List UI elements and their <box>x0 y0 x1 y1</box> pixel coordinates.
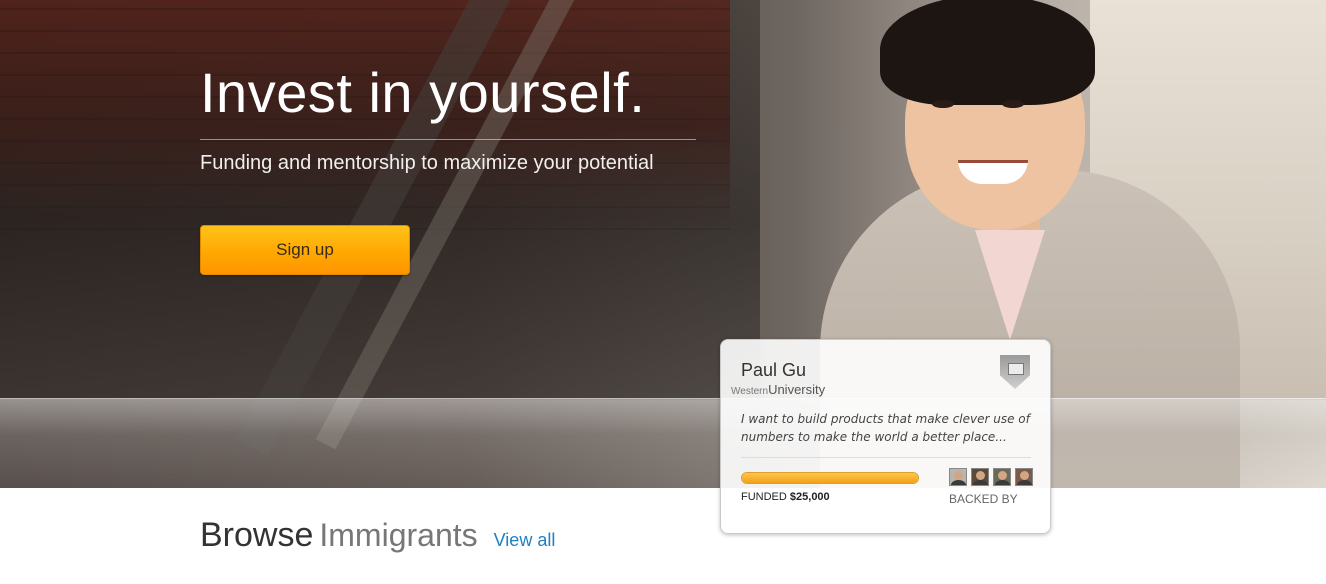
browse-title-part2: Immigrants <box>319 517 478 553</box>
profile-name[interactable]: Paul Gu <box>741 360 806 381</box>
signup-button[interactable]: Sign up <box>200 225 410 275</box>
funding-progress-fill <box>742 473 918 483</box>
browse-heading: Browse Immigrants View all <box>200 516 555 555</box>
funded-label: FUNDED <box>741 491 787 503</box>
hero-person-eye <box>932 100 954 108</box>
funding-progress-bar <box>741 472 919 484</box>
hero-title: Invest in yourself. <box>200 61 646 124</box>
view-all-link[interactable]: View all <box>494 530 556 551</box>
hero-person-eye <box>1002 100 1024 108</box>
backer-avatar[interactable] <box>993 468 1011 486</box>
backer-avatar[interactable] <box>949 468 967 486</box>
hero-bottom-band <box>0 398 1326 488</box>
backers-list <box>949 468 1033 486</box>
card-divider <box>741 457 1031 458</box>
hero-subtitle: Funding and mentorship to maximize your … <box>200 152 654 174</box>
university-prefix: Western <box>731 386 769 397</box>
profile-card[interactable]: Paul Gu WesternUniversity I want to buil… <box>720 339 1051 534</box>
university-crest-icon <box>1000 355 1030 389</box>
browse-title-part1: Browse <box>200 516 314 554</box>
backer-avatar[interactable] <box>971 468 989 486</box>
profile-university: WesternUniversity <box>731 381 825 399</box>
funded-amount: FUNDED $25,000 <box>741 491 830 503</box>
hero-divider <box>200 139 696 140</box>
hero-banner: Invest in yourself. Funding and mentorsh… <box>0 0 1326 488</box>
hero-person-hair <box>880 0 1095 105</box>
backer-avatar[interactable] <box>1015 468 1033 486</box>
backed-by-label: BACKED BY <box>949 492 1018 506</box>
profile-quote: I want to build products that make cleve… <box>741 412 1030 444</box>
funded-value: $25,000 <box>789 491 830 503</box>
university-name: University <box>768 382 826 397</box>
